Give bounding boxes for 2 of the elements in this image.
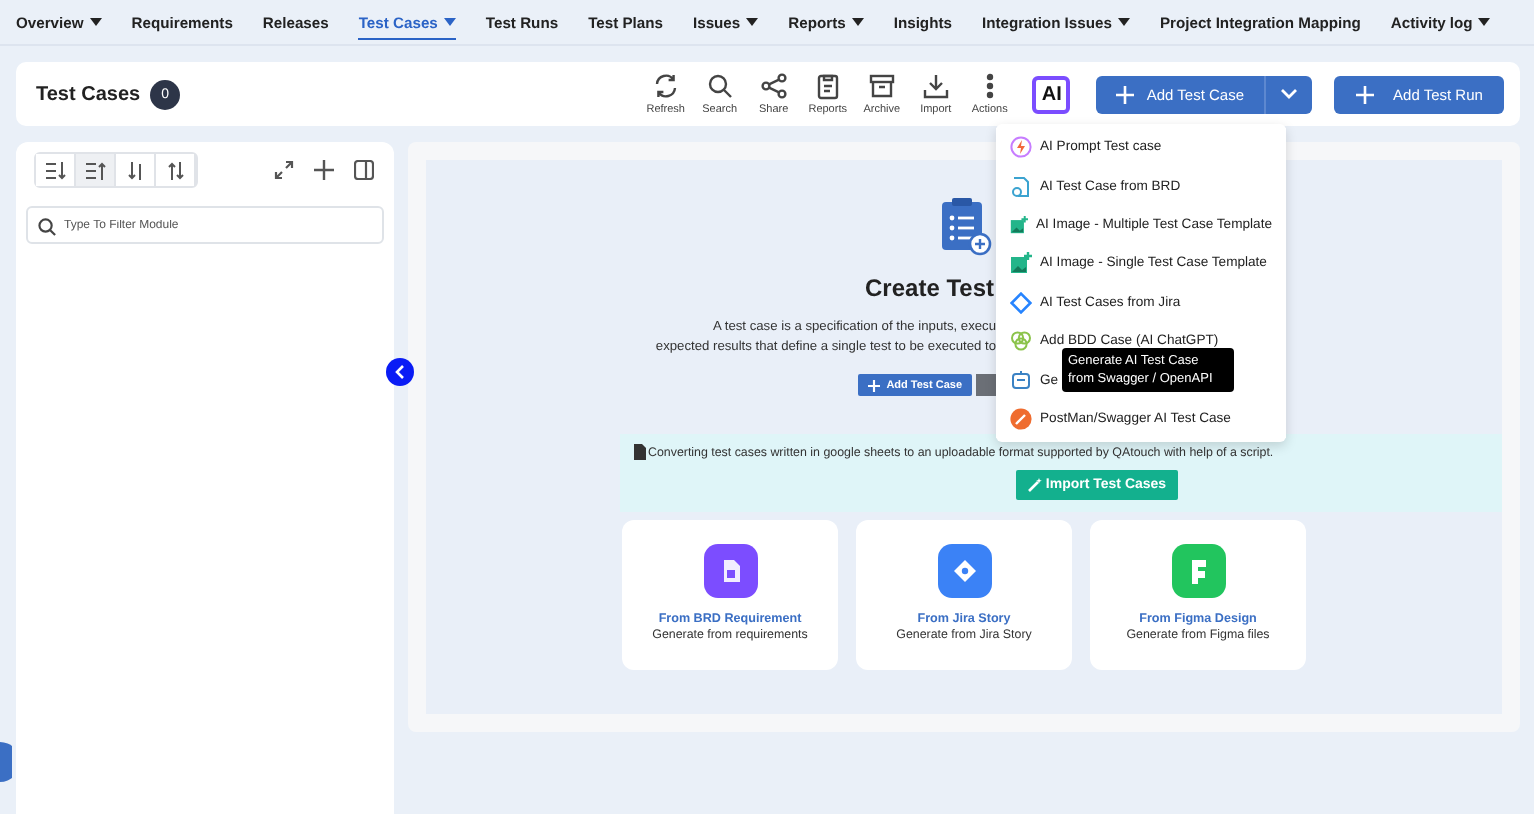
section-title: Create Test [865,274,994,302]
page-title: Test Cases [36,83,141,105]
